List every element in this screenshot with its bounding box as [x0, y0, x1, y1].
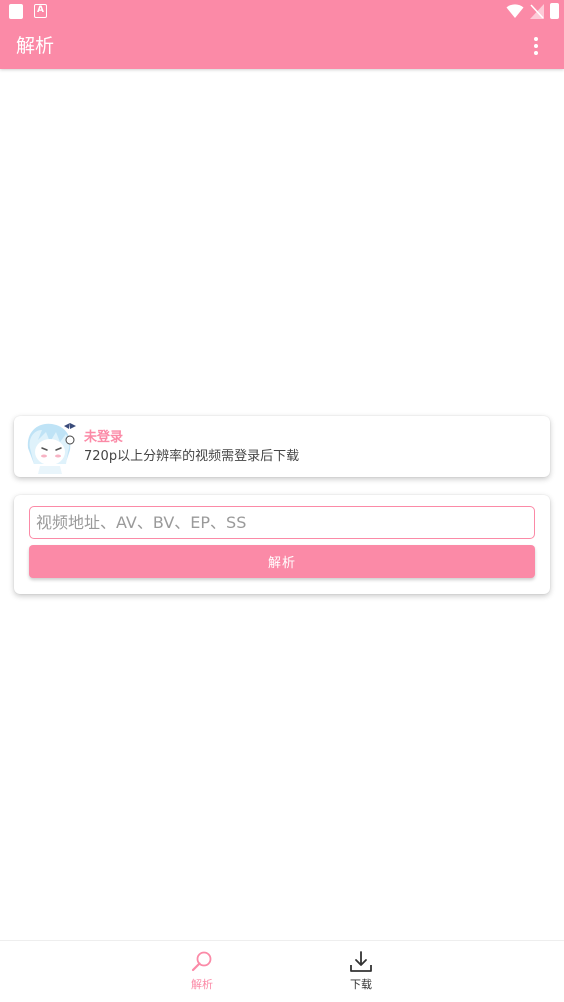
- wifi-icon: [506, 4, 524, 18]
- nav-item-parse[interactable]: 解析: [162, 941, 242, 1002]
- nav-label-parse: 解析: [191, 978, 213, 991]
- video-url-input[interactable]: [29, 506, 535, 539]
- status-bar: A: [0, 0, 564, 24]
- parse-card: 解析: [14, 495, 550, 594]
- nav-item-download[interactable]: 下载: [321, 941, 401, 1002]
- anime-avatar-icon: [27, 423, 76, 474]
- sim-card-icon: [9, 4, 23, 19]
- signal-icon: [530, 4, 544, 19]
- login-status-description: 720p以上分辨率的视频需登录后下载: [84, 449, 300, 464]
- search-icon: [191, 951, 212, 972]
- download-icon: [350, 951, 372, 972]
- app-notification-icon: A: [34, 4, 47, 18]
- login-card[interactable]: 未登录 720p以上分辨率的视频需登录后下载: [14, 416, 550, 477]
- battery-icon: [550, 3, 559, 19]
- login-status-title: 未登录: [84, 430, 124, 445]
- more-options-icon[interactable]: [526, 34, 546, 58]
- nav-label-download: 下载: [350, 978, 372, 991]
- bottom-navigation: 解析 下载: [0, 940, 564, 1002]
- app-bar: A 解析: [0, 0, 564, 69]
- page-title: 解析: [16, 35, 55, 57]
- parse-button[interactable]: 解析: [29, 545, 535, 578]
